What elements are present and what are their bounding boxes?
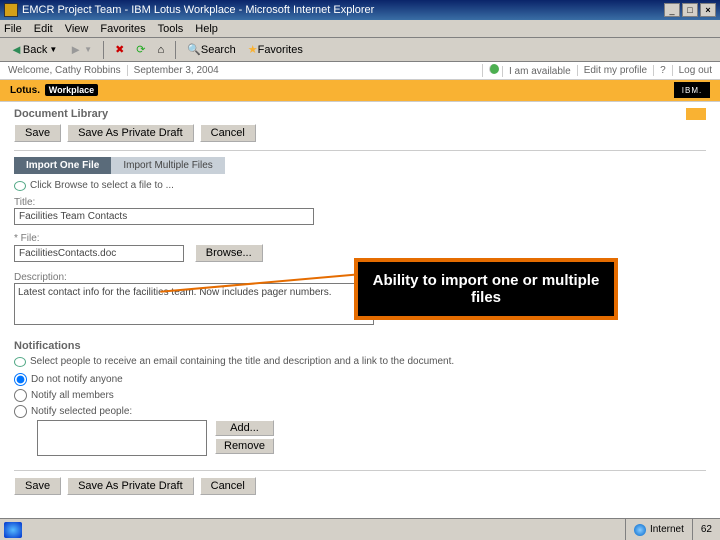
hint-icon xyxy=(14,181,26,191)
cancel-button-bottom[interactable]: Cancel xyxy=(200,477,256,495)
presence-icon xyxy=(489,64,499,74)
minimize-button[interactable]: _ xyxy=(664,3,680,17)
back-dropdown-icon: ▼ xyxy=(49,45,57,54)
divider xyxy=(14,470,706,471)
browse-hint: Click Browse to select a file to ... xyxy=(30,180,174,191)
maximize-button[interactable]: □ xyxy=(682,3,698,17)
home-icon: ⌂ xyxy=(158,44,165,56)
forward-dropdown-icon: ▼ xyxy=(84,45,92,54)
radio-notify-selected[interactable] xyxy=(14,405,27,418)
radio-notify-none[interactable] xyxy=(14,373,27,386)
edit-profile-link[interactable]: Edit my profile xyxy=(577,65,647,76)
slide-number: 62 xyxy=(692,519,720,540)
tab-import-multiple[interactable]: Import Multiple Files xyxy=(111,157,224,174)
required-marker: * xyxy=(14,233,21,244)
toolbar-separator xyxy=(175,41,176,59)
menu-view[interactable]: View xyxy=(65,23,89,35)
menu-tools[interactable]: Tools xyxy=(158,23,184,35)
app-icon xyxy=(4,3,18,17)
menu-edit[interactable]: Edit xyxy=(34,23,53,35)
radio-notify-all[interactable] xyxy=(14,389,27,402)
zone-label: Internet xyxy=(650,524,684,535)
stop-button[interactable]: ✖ xyxy=(111,42,128,57)
ibm-logo: IBM. xyxy=(674,82,710,98)
notifications-hint: Select people to receive an email contai… xyxy=(30,356,454,367)
radio-notify-none-label: Do not notify anyone xyxy=(31,374,123,385)
globe-icon xyxy=(634,524,646,536)
lotus-label: Lotus. xyxy=(10,85,40,96)
window-titlebar: EMCR Project Team - IBM Lotus Workplace … xyxy=(0,0,720,20)
welcome-bar: Welcome, Cathy Robbins September 3, 2004… xyxy=(0,62,720,80)
title-label: Title: xyxy=(14,197,706,208)
save-button[interactable]: Save xyxy=(14,124,61,142)
toolbar-separator xyxy=(103,41,104,59)
welcome-date: September 3, 2004 xyxy=(127,65,219,76)
content-area: Document Library Save Save As Private Dr… xyxy=(0,102,720,502)
save-draft-button-bottom[interactable]: Save As Private Draft xyxy=(67,477,194,495)
security-zone: Internet xyxy=(625,519,692,540)
divider xyxy=(14,150,706,151)
hint-icon xyxy=(14,357,26,367)
cancel-button[interactable]: Cancel xyxy=(200,124,256,142)
forward-button[interactable]: ► ▼ xyxy=(65,41,96,58)
lotus-brand: Lotus. Workplace xyxy=(10,85,98,96)
forward-arrow-icon: ► xyxy=(69,42,82,57)
tab-import-one[interactable]: Import One File xyxy=(14,157,111,174)
file-label: File: xyxy=(21,233,40,244)
welcome-greeting: Welcome, Cathy Robbins xyxy=(8,65,121,76)
search-label: Search xyxy=(201,44,236,56)
status-bar: Internet 62 xyxy=(0,518,720,540)
save-draft-button[interactable]: Save As Private Draft xyxy=(67,124,194,142)
menu-favorites[interactable]: Favorites xyxy=(100,23,145,35)
refresh-icon: ⟳ xyxy=(136,43,145,56)
portlet-edit-icon[interactable] xyxy=(686,108,706,120)
logout-link[interactable]: Log out xyxy=(672,65,712,76)
brand-bar: Lotus. Workplace IBM. xyxy=(0,80,720,102)
browse-button[interactable]: Browse... xyxy=(195,244,263,262)
add-people-button[interactable]: Add... xyxy=(215,420,274,436)
menu-file[interactable]: File xyxy=(4,23,22,35)
annotation-callout: Ability to import one or multiple files xyxy=(354,258,618,320)
browser-toolbar: ◄ Back ▼ ► ▼ ✖ ⟳ ⌂ 🔍 Search ★ Favorites xyxy=(0,38,720,62)
menu-help[interactable]: Help xyxy=(195,23,218,35)
availability-label: I am available xyxy=(502,66,571,77)
notifications-heading: Notifications xyxy=(14,340,706,352)
favorites-button[interactable]: ★ Favorites xyxy=(244,42,307,57)
selected-people-listbox[interactable] xyxy=(37,420,207,456)
radio-notify-selected-label: Notify selected people: xyxy=(31,406,132,417)
title-input[interactable] xyxy=(14,208,314,225)
stop-icon: ✖ xyxy=(115,43,124,56)
workplace-label: Workplace xyxy=(45,84,98,96)
ie-status-icon xyxy=(4,522,22,538)
menu-bar: File Edit View Favorites Tools Help xyxy=(0,20,720,38)
doclib-heading: Document Library xyxy=(14,108,108,120)
back-label: Back xyxy=(23,44,47,56)
home-button[interactable]: ⌂ xyxy=(154,43,169,57)
back-button[interactable]: ◄ Back ▼ xyxy=(6,41,61,58)
search-button[interactable]: 🔍 Search xyxy=(183,42,240,57)
window-title: EMCR Project Team - IBM Lotus Workplace … xyxy=(22,4,662,16)
availability-status[interactable]: I am available xyxy=(482,64,571,77)
search-icon: 🔍 xyxy=(187,43,201,56)
help-link[interactable]: ? xyxy=(653,65,666,76)
remove-people-button[interactable]: Remove xyxy=(215,438,274,454)
refresh-button[interactable]: ⟳ xyxy=(132,42,149,57)
save-button-bottom[interactable]: Save xyxy=(14,477,61,495)
file-input[interactable] xyxy=(14,245,184,262)
close-button[interactable]: × xyxy=(700,3,716,17)
favorites-label: Favorites xyxy=(258,44,303,56)
back-arrow-icon: ◄ xyxy=(10,42,23,57)
radio-notify-all-label: Notify all members xyxy=(31,390,114,401)
star-icon: ★ xyxy=(248,43,258,56)
